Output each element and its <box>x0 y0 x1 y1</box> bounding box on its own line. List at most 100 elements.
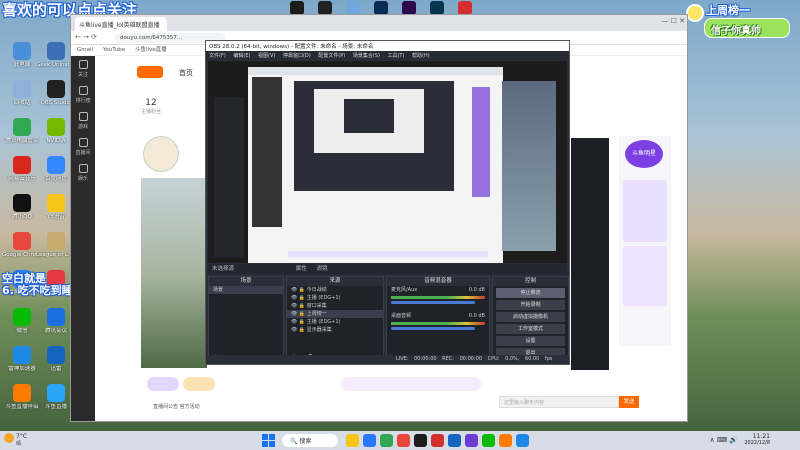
right-activity-panel: 斗鱼明星 <box>619 136 671 346</box>
start-windows-icon[interactable] <box>262 434 275 447</box>
bookmark-gmail[interactable]: Gmail <box>77 47 93 53</box>
obs-menu-item[interactable]: 编辑(E) <box>233 53 258 59</box>
activity-card-2[interactable] <box>623 246 667 306</box>
app-icon <box>47 232 65 250</box>
app-icon[interactable] <box>346 1 360 15</box>
window-controls[interactable]: — ☐ ✕ <box>661 17 685 25</box>
pinned-app-icon[interactable] <box>499 434 512 447</box>
mixer-channel-label: 桌面音频 0.0 dB <box>391 313 485 319</box>
bottom-link[interactable]: 直播间公告 官方活动 <box>153 403 200 410</box>
pinned-app-icon[interactable] <box>482 434 495 447</box>
scenes-header: 场景 <box>209 277 283 286</box>
bookmark-youtube[interactable]: YouTube <box>103 47 125 53</box>
app-icon <box>13 232 31 250</box>
tray-icons[interactable]: ∧ ⌨ 🔊 <box>710 436 738 444</box>
app-icon <box>13 384 31 402</box>
control-button[interactable]: 设置 <box>496 336 565 346</box>
room-icon <box>78 138 88 147</box>
follow-label: 主播粉丝 <box>140 109 161 115</box>
mixer-list: 麦克风/Aux 0.0 dB 桌面音频 0.0 dB <box>387 286 489 330</box>
obs-menu-item[interactable]: 帮助(H) <box>412 53 430 59</box>
app-icon <box>13 346 31 364</box>
obs-menu-item[interactable]: 场景集合(S) <box>353 53 388 59</box>
top-app-icons <box>290 1 510 15</box>
control-button[interactable]: 开始录制 <box>496 300 565 310</box>
obs-preview[interactable] <box>208 61 567 263</box>
obs-menu-item[interactable]: 视图(V) <box>258 53 283 59</box>
pinned-app-icon[interactable] <box>363 434 376 447</box>
gift-item-1[interactable] <box>147 377 179 391</box>
streamer-avatar[interactable] <box>143 136 179 172</box>
heart-icon <box>78 60 88 69</box>
sidebar-item-room[interactable]: 直播间 <box>71 134 95 160</box>
source-item[interactable]: 👁 🔒 上周榜一 <box>287 310 383 318</box>
app-icon <box>47 156 65 174</box>
obs-menu-item[interactable]: 文件(F) <box>209 53 233 59</box>
source-item[interactable]: 👁 🔒 显示器采集 <box>287 326 383 334</box>
status-rec: REC: 00:00:00 <box>442 356 483 362</box>
obs-menu-item[interactable]: 工具(T) <box>387 53 412 59</box>
douyu-logo[interactable] <box>137 66 163 78</box>
premiere-icon[interactable] <box>402 1 416 15</box>
browser-tab[interactable]: 斗鱼live直播_lol英雄联盟直播 <box>75 17 167 31</box>
properties-button[interactable]: 属性 <box>296 266 307 272</box>
weather-icon[interactable] <box>4 433 14 443</box>
weekly-rank-overlay: 上周榜一 信子你真帅 <box>686 2 798 42</box>
app-icon <box>47 384 65 402</box>
app-red-icon[interactable] <box>458 1 472 15</box>
app-icon <box>13 308 31 326</box>
control-button[interactable]: 工作室模式 <box>496 324 565 334</box>
obs-title: OBS 28.0.2 (64-bit, windows) - 配置文件: 未命名… <box>206 41 569 51</box>
tiktok-icon[interactable] <box>290 1 304 15</box>
pinned-app-icon[interactable] <box>516 434 529 447</box>
pinned-app-icon[interactable] <box>414 434 427 447</box>
nav-arrows-icon[interactable]: ← → ⟳ <box>75 33 97 41</box>
source-item[interactable]: 👁 🔒 主播 (EDG+1) <box>287 294 383 302</box>
pinned-app-icon[interactable] <box>431 434 444 447</box>
obs-menu-item[interactable]: 配置文件(P) <box>318 53 353 59</box>
preview-capture-outer <box>248 67 503 263</box>
obs-menu-item[interactable]: 停靠窗口(D) <box>283 53 318 59</box>
scene-item[interactable]: 场景 <box>209 286 283 294</box>
status-live: LIVE: 00:00:00 <box>396 356 437 362</box>
game-icon <box>78 112 88 121</box>
sidebar-item-follow[interactable]: 关注 <box>71 56 95 82</box>
weather-temp: 7°C <box>16 433 28 440</box>
pinned-app-icon[interactable] <box>380 434 393 447</box>
bookmark-douyu[interactable]: 斗鱼live直播 <box>135 47 167 53</box>
rank-icon <box>78 86 88 95</box>
control-button[interactable]: 停止推流 <box>496 288 565 298</box>
taskbar-search[interactable]: 🔍 搜索 <box>282 434 338 447</box>
pinned-app-icon[interactable] <box>465 434 478 447</box>
filters-button[interactable]: 滤镜 <box>317 266 328 272</box>
photoshop-icon[interactable] <box>374 1 388 15</box>
capcut-icon[interactable] <box>318 1 332 15</box>
send-button[interactable]: 发送 <box>619 396 639 408</box>
rank-badge[interactable]: 斗鱼明星 <box>625 140 663 168</box>
volume-slider[interactable] <box>391 327 475 330</box>
activity-card-1[interactable] <box>623 180 667 242</box>
chat-input[interactable]: 这里输入聊天内容 <box>499 396 619 408</box>
sidebar-item-fun[interactable]: 娱乐 <box>71 160 95 186</box>
sources-header: 来源 <box>287 277 383 286</box>
nav-home[interactable]: 首页 <box>179 68 193 78</box>
pinned-app-icon[interactable] <box>448 434 461 447</box>
sidebar-item-rank[interactable]: 排行榜 <box>71 82 95 108</box>
sidebar-item-game[interactable]: 游戏 <box>71 108 95 134</box>
pinned-app-icon[interactable] <box>346 434 359 447</box>
source-item[interactable]: 👁 🔒 窗口采集 <box>287 302 383 310</box>
volume-slider[interactable] <box>391 301 475 304</box>
fun-icon <box>78 164 88 173</box>
app-icon <box>47 118 65 136</box>
gift-item-2[interactable] <box>183 377 215 391</box>
source-item[interactable]: 👁 🔒 今日战绩 <box>287 286 383 294</box>
audition-icon[interactable] <box>430 1 444 15</box>
pinned-app-icon[interactable] <box>397 434 410 447</box>
gift-row[interactable] <box>341 377 481 391</box>
follow-count: 12 <box>145 98 157 108</box>
control-button[interactable]: 启动虚拟摄像机 <box>496 312 565 322</box>
tray-clock[interactable]: 11:21 2022/12/8 <box>744 433 770 446</box>
source-item[interactable]: 👁 🔒 主播 (EDG+1) <box>287 318 383 326</box>
taskbar: 7°C 晴 🔍 搜索 11:21 2022/12/8 ∧ ⌨ 🔊 <box>0 431 800 450</box>
status-cpu: CPU: 0.0%, 60.00 fps <box>487 356 553 362</box>
